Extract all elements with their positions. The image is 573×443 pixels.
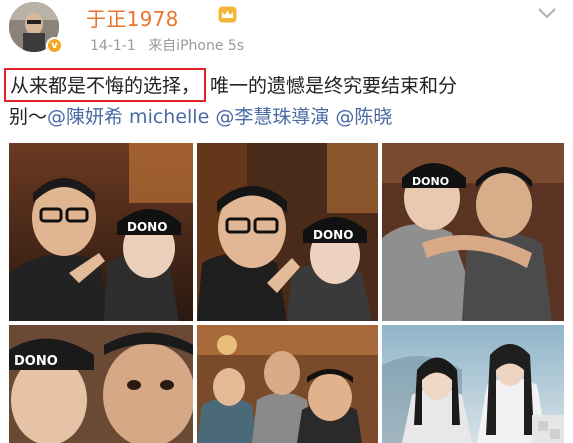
- post-time: 14-1-1: [90, 38, 136, 54]
- chevron-down-icon[interactable]: [536, 6, 558, 20]
- post-text-line-2: 别～@陳妍希 michelle @李慧珠導演 @陈晓: [9, 102, 392, 129]
- mention-link[interactable]: @李慧珠導演: [215, 106, 329, 128]
- post-text-end: 别～: [9, 106, 48, 128]
- photo-thumbnail[interactable]: DONO: [382, 143, 564, 321]
- highlighted-phrase: 从来都是不悔的选择，: [4, 68, 207, 102]
- post-source[interactable]: 来自iPhone 5s: [148, 38, 244, 54]
- cap-logo-text: DONO: [412, 175, 449, 188]
- verified-badge-icon: v: [46, 37, 63, 54]
- photo-thumbnail[interactable]: [382, 325, 564, 443]
- post-text-line-1: 从来都是不悔的选择， 唯一的遗憾是终究要结束和分: [4, 68, 458, 102]
- mention-link[interactable]: @陳妍希 michelle: [47, 106, 209, 128]
- cap-logo-text: DONO: [313, 228, 353, 242]
- mention-link[interactable]: @陈晓: [335, 106, 392, 128]
- photo-thumbnail[interactable]: DONO: [9, 325, 193, 443]
- photo-thumbnail[interactable]: [197, 325, 378, 443]
- photo-thumbnail[interactable]: DONO: [197, 143, 378, 321]
- post-text-rest: 唯一的遗憾是终究要结束和分: [210, 75, 458, 97]
- cap-logo-text: DONO: [14, 354, 58, 369]
- author-name[interactable]: 于正1978: [86, 3, 179, 32]
- photo-thumbnail[interactable]: DONO: [9, 143, 193, 321]
- post-meta: 14-1-1 来自iPhone 5s: [90, 35, 244, 55]
- crown-icon: [218, 6, 237, 23]
- cap-logo-text: DONO: [127, 220, 167, 234]
- weibo-post: v 于正1978 14-1-1 来自iPhone 5s 从来都是不悔的选择， 唯一…: [0, 0, 573, 443]
